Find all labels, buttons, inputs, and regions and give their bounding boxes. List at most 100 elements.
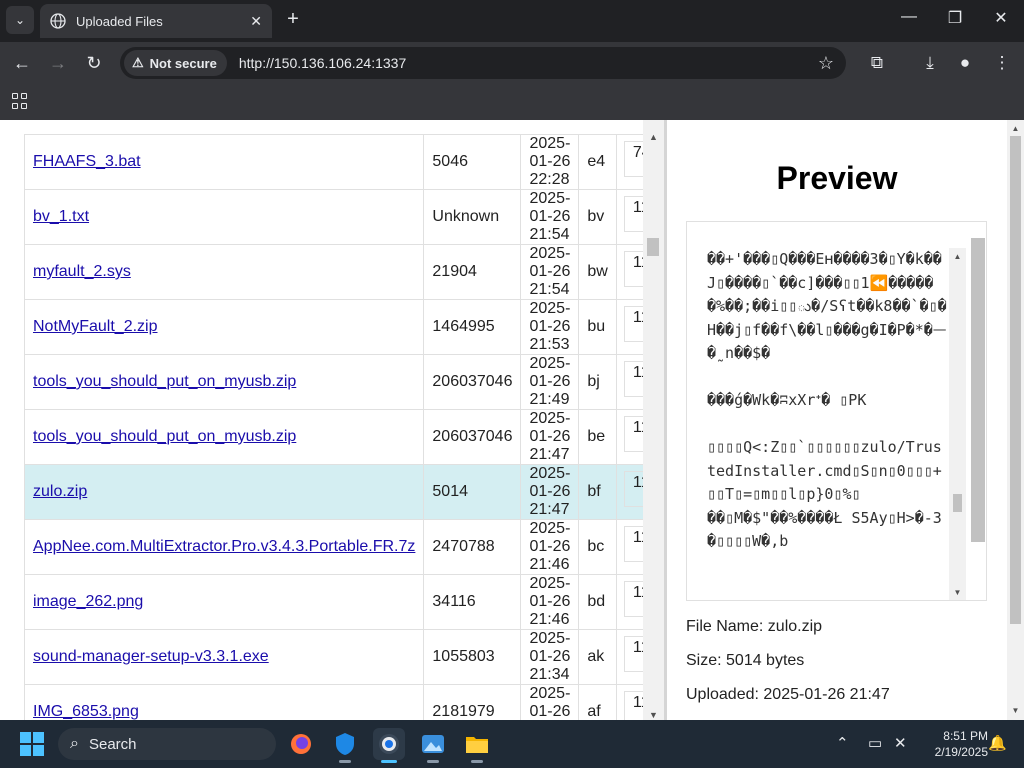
file-row[interactable]: tools_you_should_put_on_myusb.zip 2060370… [23, 409, 664, 465]
file-row[interactable]: zulo.zip50142025-01-26 21:47bf116 [23, 464, 664, 520]
tab-close-icon[interactable]: ✕ [250, 13, 262, 30]
scroll-up-icon[interactable]: ▲ [949, 252, 966, 261]
file-link[interactable]: FHAAFS_3.bat [33, 153, 141, 170]
scroll-up-icon[interactable]: ▲ [1007, 124, 1024, 133]
file-size-cell: 1055803 [423, 629, 522, 685]
tab-title: Uploaded Files [76, 13, 163, 29]
back-button[interactable]: ← [10, 51, 34, 75]
bookmarks-bar [0, 84, 1024, 120]
file-date-cell: 2025-01-26 21:54 [520, 189, 580, 245]
restore-button[interactable]: ❐ [940, 8, 970, 32]
system-clock[interactable]: 8:51 PM 2/19/2025 [916, 728, 988, 760]
minimize-button[interactable]: — [894, 8, 924, 32]
file-link[interactable]: bv_1.txt [33, 208, 89, 225]
network-icon[interactable]: ▭ [868, 734, 882, 752]
scroll-down-icon[interactable]: ▼ [949, 588, 966, 597]
apps-icon[interactable] [12, 93, 28, 109]
bookmark-star-icon[interactable]: ☆ [818, 53, 834, 74]
file-row[interactable]: myfault_2.sys219042025-01-26 21:54bw114 [23, 244, 664, 300]
photos-app-icon[interactable] [417, 728, 449, 763]
scroll-down-icon[interactable]: ▼ [1007, 706, 1024, 715]
file-id-cell: bv [578, 189, 617, 245]
file-name-cell: tools_you_should_put_on_myusb.zip [23, 354, 425, 410]
extensions-icon[interactable]: ⧉ [865, 51, 889, 75]
preview-title: Preview [776, 160, 898, 196]
file-row[interactable]: FHAAFS_3.bat 5046 2025-01-26 22:28 e4 74 [23, 134, 664, 190]
volume-muted-icon[interactable]: ✕ [894, 734, 907, 752]
file-id-cell: af [578, 684, 617, 720]
file-row[interactable]: image_262.png341162025-01-26 21:46bd116 [23, 574, 664, 630]
page-scrollbar[interactable]: ▲ ▼ [1007, 120, 1024, 720]
profile-icon[interactable]: ● [953, 51, 977, 75]
file-row[interactable]: IMG_6853.png21819792025-01-26 21:32af117 [23, 684, 664, 720]
scrollbar-thumb[interactable] [1010, 136, 1021, 624]
close-window-button[interactable]: ✕ [986, 8, 1016, 32]
file-link[interactable]: NotMyFault_2.zip [33, 318, 158, 335]
tab-search-button[interactable]: ⌄ [6, 6, 34, 34]
file-id-cell: bu [578, 299, 617, 355]
file-name-cell: myfault_2.sys [23, 244, 425, 300]
new-tab-button[interactable]: + [282, 8, 304, 30]
chrome-icon[interactable] [373, 728, 405, 763]
file-name-cell: AppNee.com.MultiExtractor.Pro.v3.4.3.Por… [23, 519, 425, 575]
firefox-icon[interactable] [285, 728, 317, 760]
file-id-cell: bw [578, 244, 617, 300]
file-id-cell: e4 [578, 134, 617, 190]
file-date-cell: 2025-01-26 21:49 [520, 354, 580, 410]
defender-shield-icon[interactable] [329, 728, 361, 763]
security-chip[interactable]: ⚠ Not secure [124, 50, 227, 76]
file-size-cell: 5046 [423, 134, 522, 190]
file-id-cell: ak [578, 629, 617, 685]
search-label: Search [88, 735, 137, 753]
file-link[interactable]: AppNee.com.MultiExtractor.Pro.v3.4.3.Por… [33, 538, 415, 555]
file-id-cell: bd [578, 574, 617, 630]
preview-outer-scrollbar[interactable] [971, 238, 985, 542]
windows-start-icon[interactable] [20, 732, 44, 756]
menu-icon[interactable]: ⋮ [990, 51, 1014, 75]
file-size-cell: 1464995 [423, 299, 522, 355]
file-name-cell: IMG_6853.png [23, 684, 425, 720]
file-list-scrollbar[interactable]: ▲ ▼ [643, 120, 664, 720]
tab-uploaded-files[interactable]: Uploaded Files ✕ [40, 4, 272, 38]
file-explorer-icon[interactable] [461, 728, 493, 763]
preview-scrollbar[interactable]: ▲ ▼ [949, 248, 966, 600]
file-id-cell: bc [578, 519, 617, 575]
file-date-cell: 2025-01-26 21:47 [520, 409, 580, 465]
file-link[interactable]: tools_you_should_put_on_myusb.zip [33, 373, 296, 390]
notification-bell-icon[interactable]: 🔔 [988, 734, 1007, 752]
file-row[interactable]: sound-manager-setup-v3.3.1.exe 1055803 202… [23, 629, 664, 685]
file-size-info: Size: 5014 bytes [686, 652, 805, 669]
scrollbar-thumb[interactable] [953, 494, 962, 512]
file-size-cell: 2181979 [423, 684, 522, 720]
file-link[interactable]: myfault_2.sys [33, 263, 131, 280]
file-name-cell: sound-manager-setup-v3.3.1.exe [23, 629, 425, 685]
address-bar[interactable]: ⚠ Not secure http://150.136.106.24:1337 … [120, 47, 846, 79]
file-size-cell: 206037046 [423, 354, 522, 410]
scroll-down-icon[interactable]: ▼ [643, 710, 664, 720]
file-list-pane: FHAAFS_3.bat 5046 2025-01-26 22:28 e4 74 bv_1… [0, 120, 664, 720]
reload-button[interactable]: ↻ [82, 51, 106, 75]
url-text[interactable]: http://150.136.106.24:1337 [239, 55, 406, 71]
file-name-cell: tools_you_should_put_on_myusb.zip [23, 409, 425, 465]
file-row[interactable]: NotMyFault_2.zip 1464995 2025-01-26 21:53 b… [23, 299, 664, 355]
file-link[interactable]: sound-manager-setup-v3.3.1.exe [33, 648, 269, 665]
file-row[interactable]: tools_you_should_put_on_myusb.zip 2060370… [23, 354, 664, 410]
file-link[interactable]: IMG_6853.png [33, 703, 139, 720]
file-row[interactable]: AppNee.com.MultiExtractor.Pro.v3.4.3.Por… [23, 519, 664, 575]
taskbar-search[interactable]: ⌕ Search [58, 728, 276, 760]
tray-chevron-up-icon[interactable]: ⌃ [836, 734, 849, 752]
file-date-cell: 2025-01-26 21:34 [520, 629, 580, 685]
file-link[interactable]: tools_you_should_put_on_myusb.zip [33, 428, 296, 445]
file-id-cell: bf [578, 464, 617, 520]
scroll-up-icon[interactable]: ▲ [643, 132, 664, 142]
forward-button[interactable]: → [46, 51, 70, 75]
security-label: Not secure [149, 55, 217, 71]
scrollbar-thumb[interactable] [647, 238, 659, 256]
file-size-cell: 5014 [423, 464, 522, 520]
download-icon[interactable]: ⤓ [918, 51, 942, 75]
file-link[interactable]: image_262.png [33, 593, 143, 610]
file-link[interactable]: zulo.zip [33, 483, 87, 500]
file-size-cell: 2470788 [423, 519, 522, 575]
file-row[interactable]: bv_1.txtUnknown2025-01-26 21:54bv114 [23, 189, 664, 245]
uploaded-info: Uploaded: 2025-01-26 21:47 [686, 686, 890, 703]
